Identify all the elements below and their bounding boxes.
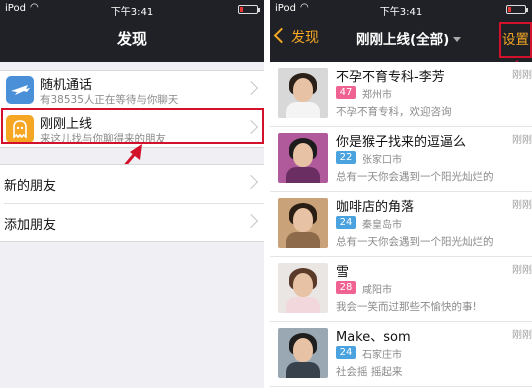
nav-bar: iPod ◠ 下午3:41 发现 [0, 0, 264, 62]
avatar-body [286, 297, 320, 313]
avatar [278, 133, 328, 183]
user-signature: 不孕不育专科，欢迎咨询 [336, 106, 452, 118]
avatar-body [286, 232, 320, 248]
avatar-body [286, 102, 320, 118]
chevron-right-icon [243, 174, 259, 190]
discover-card: 随机通话 有38535人正在等待与你聊天 刚刚上线 来这儿找与你聊得来的朋友 [0, 70, 264, 148]
online-time: 刚刚 [512, 135, 532, 146]
add-friend-label: 添加朋友 [4, 218, 57, 233]
user-list-item[interactable]: 咖啡店的角落 24 秦皇岛市 总有一天你会遇到一个阳光灿烂的 刚刚 [270, 192, 532, 257]
new-friends-row[interactable]: 新的朋友 [0, 165, 264, 203]
user-signature: 总有一天你会遇到一个阳光灿烂的 [336, 171, 494, 183]
page-title: 发现 [116, 30, 147, 48]
online-time: 刚刚 [512, 330, 532, 341]
avatar-body [286, 167, 320, 183]
avatar-face [293, 273, 313, 297]
online-time: 刚刚 [512, 200, 532, 211]
avatar [278, 263, 328, 313]
avatar-face [293, 338, 313, 362]
user-city: 张家口市 [362, 155, 402, 166]
avatar-face [293, 208, 313, 232]
battery-icon [506, 5, 528, 14]
avatar [278, 68, 328, 118]
chevron-right-icon [243, 213, 259, 229]
user-list-item[interactable]: 雪 28 咸阳市 我会一笑而过那些不愉快的事! 刚刚 [270, 257, 532, 322]
user-city: 咸阳市 [362, 285, 392, 296]
avatar [278, 198, 328, 248]
chevron-right-icon [243, 80, 259, 96]
airplane-icon [6, 76, 34, 104]
user-list-item[interactable]: 你是猴子找来的逗逼么 22 张家口市 总有一天你会遇到一个阳光灿烂的 刚刚 [270, 127, 532, 192]
caret-down-icon [453, 37, 462, 42]
user-city: 郑州市 [362, 90, 392, 101]
filter-title[interactable]: 刚刚上线(全部) [356, 28, 462, 48]
online-time: 刚刚 [512, 70, 532, 81]
age-badge: 24 [336, 346, 356, 359]
clock: 下午3:41 [379, 7, 423, 18]
age-badge: 24 [336, 216, 356, 229]
avatar-face [293, 78, 313, 102]
random-call-title: 随机通话 [40, 78, 93, 93]
user-name: 不孕不育专科-李芳 [336, 70, 445, 85]
chevron-right-icon [243, 119, 259, 135]
user-list-item[interactable]: 不孕不育专科-李芳 47 郑州市 不孕不育专科，欢迎咨询 刚刚 [270, 62, 532, 127]
user-name: 你是猴子找来的逗逼么 [336, 135, 467, 150]
age-badge: 22 [336, 151, 356, 164]
just-online-title: 刚刚上线 [40, 117, 93, 132]
new-friends-label: 新的朋友 [4, 179, 57, 194]
friends-card: 新的朋友 添加朋友 [0, 164, 264, 242]
ghost-icon [6, 115, 34, 143]
user-name: 雪 [336, 265, 350, 280]
just-online-screen: iPod ◠ 下午3:41 发现 刚刚上线(全部) 设置 不孕不育专科-李芳 4… [270, 0, 532, 388]
user-signature: 社会摇 摇起来 [336, 366, 403, 378]
discover-screen: iPod ◠ 下午3:41 发现 随机通话 有38535人正在等待与你聊天 刚刚… [0, 0, 264, 388]
chevron-left-icon [273, 27, 290, 44]
back-button[interactable]: 发现 [273, 27, 319, 47]
age-badge: 28 [336, 281, 356, 294]
status-bar: iPod ◠ 下午3:41 [270, 0, 532, 20]
user-name: Make、som [336, 330, 411, 345]
user-signature: 总有一天你会遇到一个阳光灿烂的 [336, 236, 494, 248]
settings-button[interactable]: 设置 [502, 28, 529, 48]
add-friend-row[interactable]: 添加朋友 [0, 204, 264, 242]
user-signature: 我会一笑而过那些不愉快的事! [336, 301, 477, 313]
clock: 下午3:41 [110, 7, 154, 18]
avatar [278, 328, 328, 378]
random-call-row[interactable]: 随机通话 有38535人正在等待与你聊天 [0, 71, 264, 109]
age-badge: 47 [336, 86, 356, 99]
filter-title-label: 刚刚上线(全部) [356, 32, 450, 48]
user-list-item[interactable]: Make、som 24 石家庄市 社会摇 摇起来 刚刚 [270, 322, 532, 387]
back-label: 发现 [291, 30, 319, 46]
user-name: 咖啡店的角落 [336, 200, 415, 215]
avatar-body [286, 362, 320, 378]
avatar-face [293, 143, 313, 167]
online-time: 刚刚 [512, 265, 532, 276]
nav-bar: iPod ◠ 下午3:41 发现 刚刚上线(全部) 设置 [270, 0, 532, 62]
user-city: 秦皇岛市 [362, 220, 402, 231]
user-city: 石家庄市 [362, 350, 402, 361]
battery-fill [508, 7, 512, 12]
battery-icon [238, 5, 260, 14]
battery-fill [240, 7, 244, 12]
random-call-subtitle: 有38535人正在等待与你聊天 [40, 94, 179, 106]
status-bar: iPod ◠ 下午3:41 [0, 0, 264, 20]
